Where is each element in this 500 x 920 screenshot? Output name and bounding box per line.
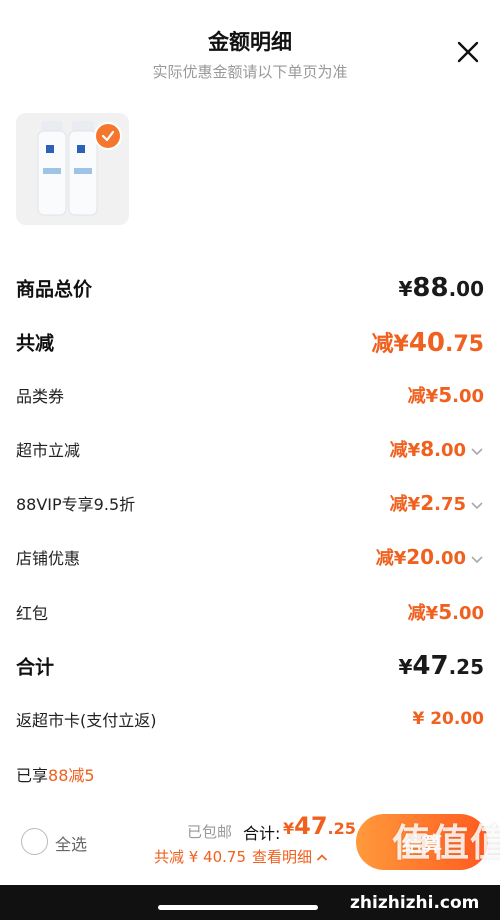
- vip-discount-row[interactable]: 88VIP专享9.5折 减¥2.75: [16, 483, 484, 523]
- page-title: 金额明细: [208, 30, 292, 54]
- store-offer-row[interactable]: 店铺优惠 减¥20.00: [16, 537, 484, 577]
- red-packet-row: 红包 减¥5.00: [16, 592, 484, 632]
- store-offer-amount: 减¥20.00: [376, 544, 484, 570]
- goods-total-amount: ¥88.00: [398, 273, 484, 303]
- goods-total-row: 商品总价 ¥88.00: [16, 268, 484, 308]
- vip-note: 已享88减5: [16, 766, 95, 785]
- cashback-row: 返超市卡(支付立返) ¥ 20.00: [16, 699, 484, 739]
- vip-note-highlight: 88减5: [48, 766, 95, 785]
- view-detail-link[interactable]: 查看明细: [252, 848, 312, 866]
- total-reduction-row: 共减 减¥40.75: [16, 322, 484, 362]
- vip-discount-label: 88VIP专享9.5折: [16, 495, 136, 514]
- supermarket-discount-label: 超市立减: [16, 441, 81, 460]
- supermarket-discount-amount: 减¥8.00: [390, 436, 484, 462]
- selected-check-icon[interactable]: [94, 122, 122, 150]
- red-packet-amount: 减¥5.00: [407, 600, 484, 624]
- category-coupon-amount: 减¥5.00: [407, 383, 484, 407]
- chevron-down-icon[interactable]: [470, 555, 484, 565]
- category-coupon-label: 品类券: [16, 387, 65, 406]
- cashback-amount: ¥ 20.00: [412, 709, 484, 729]
- total-reduction-amount: 减¥40.75: [371, 328, 485, 358]
- saved-amount: 共减 ¥ 40.75: [154, 848, 247, 866]
- home-indicator: [158, 905, 318, 910]
- watermark-domain: zhizhizhi.com: [350, 893, 480, 913]
- cashback-label: 返超市卡(支付立返): [16, 711, 157, 730]
- total-amount: ¥47.25: [283, 812, 356, 840]
- close-icon[interactable]: [456, 40, 480, 64]
- chevron-down-icon[interactable]: [470, 447, 484, 457]
- supermarket-discount-row[interactable]: 超市立减 减¥8.00: [16, 429, 484, 469]
- category-coupon-row: 品类券 减¥5.00: [16, 375, 484, 415]
- vip-discount-amount: 减¥2.75: [390, 490, 484, 516]
- chevron-down-icon[interactable]: [470, 501, 484, 511]
- page-subtitle: 实际优惠金额请以下单页为准: [152, 63, 348, 81]
- detail-header: 金额明细 实际优惠金额请以下单页为准: [0, 0, 500, 100]
- red-packet-label: 红包: [16, 604, 49, 623]
- subtotal-amount: ¥47.25: [398, 651, 484, 681]
- free-shipping-label: 已包邮: [187, 823, 233, 841]
- saved-summary[interactable]: 共减 ¥ 40.75 查看明细: [154, 846, 328, 867]
- subtotal-label: 合计: [16, 656, 55, 679]
- total-reduction-label: 共减: [16, 332, 55, 355]
- store-offer-label: 店铺优惠: [16, 549, 81, 568]
- watermark-logo: 值值值: [392, 821, 500, 865]
- select-all-label[interactable]: 全选: [55, 831, 87, 855]
- select-all-radio[interactable]: [21, 828, 48, 855]
- vip-note-row: 已享88减5: [16, 754, 484, 794]
- subtotal-row: 合计 ¥47.25: [16, 646, 484, 686]
- total-label: 合计:: [243, 824, 281, 843]
- chevron-up-icon[interactable]: [316, 853, 328, 862]
- goods-total-label: 商品总价: [16, 278, 93, 301]
